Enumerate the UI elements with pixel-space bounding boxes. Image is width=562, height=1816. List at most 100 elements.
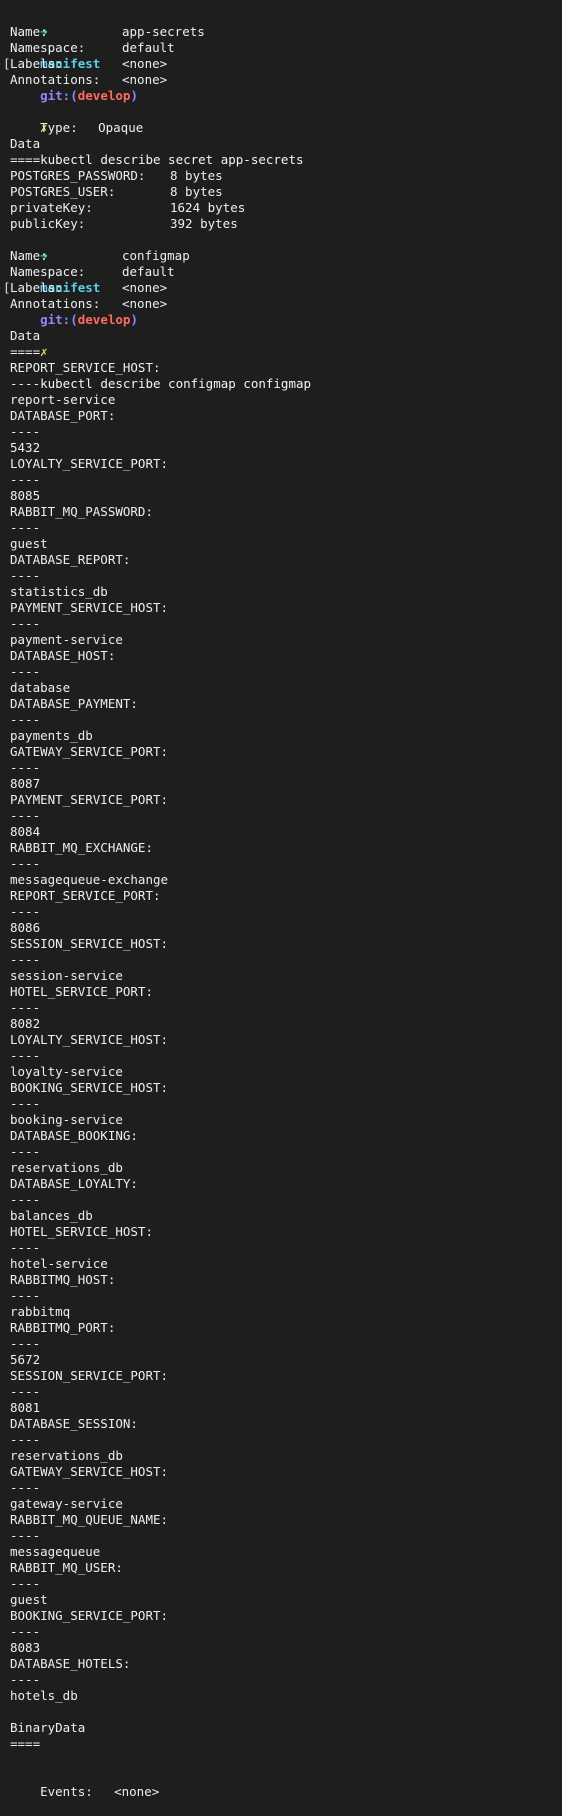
configmap-entry-key: LOYALTY_SERVICE_HOST: xyxy=(10,1032,169,1047)
configmap-entry-value: guest xyxy=(10,536,48,551)
configmap-meta-key: Namespace: xyxy=(10,264,86,279)
configmap-entry-separator: ---- xyxy=(10,1672,41,1687)
configmap-entry-key: RABBIT_MQ_USER: xyxy=(10,1560,123,1575)
secret-meta-value: app-secrets xyxy=(122,24,205,39)
configmap-entry-separator: ---- xyxy=(10,472,41,487)
configmap-entry-separator: ---- xyxy=(10,1000,41,1015)
binary-data-underline: ==== xyxy=(10,1736,41,1751)
configmap-entry-separator: ---- xyxy=(10,1576,41,1591)
secret-type-row: Type: Opaque xyxy=(10,104,562,135)
prompt-branch: develop xyxy=(77,88,131,103)
configmap-entry-value: 5432 xyxy=(10,440,41,455)
configmap-meta-row: Name: configmap xyxy=(10,248,562,264)
configmap-entry-separator: ---- xyxy=(10,904,41,919)
secret-data-value: 1624 bytes xyxy=(170,200,246,215)
secret-data-row: POSTGRES_PASSWORD: 8 bytes xyxy=(10,168,562,184)
configmap-entry-key: DATABASE_HOTELS: xyxy=(10,1656,131,1671)
configmap-entry-key: DATABASE_REPORT: xyxy=(10,552,131,567)
configmap-entry-value: database xyxy=(10,680,71,695)
secret-data-underline: ==== xyxy=(10,152,41,167)
configmap-entry-value: 5672 xyxy=(10,1352,41,1367)
configmap-entry-separator: ---- xyxy=(10,1192,41,1207)
secret-meta-value: default xyxy=(122,40,175,55)
configmap-entry-key: HOTEL_SERVICE_PORT: xyxy=(10,984,153,999)
prompt-git-prefix: git:( xyxy=(40,312,78,327)
configmap-entry-value: messagequeue xyxy=(10,1544,101,1559)
secret-meta-row: Namespace: default xyxy=(10,40,562,56)
configmap-entry-key: SESSION_SERVICE_PORT: xyxy=(10,1368,169,1383)
configmap-entry-value: report-service xyxy=(10,392,116,407)
secret-meta-key: Annotations: xyxy=(10,72,101,87)
configmap-entry-separator: ---- xyxy=(10,1624,41,1639)
configmap-entry-separator: ---- xyxy=(10,568,41,583)
prompt-git-prefix: git:( xyxy=(40,88,78,103)
configmap-meta-key: Labels: xyxy=(10,280,63,295)
secret-data-key: privateKey: xyxy=(10,200,93,215)
configmap-entry-value: reservations_db xyxy=(10,1160,123,1175)
configmap-meta-value: default xyxy=(122,264,175,279)
secret-type-value: Opaque xyxy=(98,120,144,135)
configmap-entry-key: PAYMENT_SERVICE_HOST: xyxy=(10,600,169,615)
configmap-entry-key: REPORT_SERVICE_PORT: xyxy=(10,888,161,903)
prompt-line-secret: ➜ manifest git:(develop) ✗ kubectl descr… xyxy=(10,8,562,167)
terminal-window[interactable]: ➜ manifest git:(develop) ✗ kubectl descr… xyxy=(0,0,562,1799)
configmap-entry-value: session-service xyxy=(10,968,123,983)
configmap-entry-separator: ---- xyxy=(10,1384,41,1399)
configmap-entry-separator: ---- xyxy=(10,1528,41,1543)
configmap-entry-key: DATABASE_HOST: xyxy=(10,648,116,663)
configmap-entry-value: 8085 xyxy=(10,488,41,503)
configmap-entry-value: 8086 xyxy=(10,920,41,935)
secret-meta-row: Annotations: <none> xyxy=(10,72,562,88)
prompt-git-suffix: ) xyxy=(130,312,138,327)
configmap-entry-separator: ---- xyxy=(10,616,41,631)
configmap-entry-separator: ---- xyxy=(10,1288,41,1303)
configmap-entry-separator: ---- xyxy=(10,760,41,775)
configmap-entry-separator: ---- xyxy=(10,376,41,391)
configmap-entry-key: RABBIT_MQ_EXCHANGE: xyxy=(10,840,153,855)
configmap-entry-separator: ---- xyxy=(10,1096,41,1111)
configmap-entry-value: 8087 xyxy=(10,776,41,791)
configmap-entry-key: DATABASE_PORT: xyxy=(10,408,116,423)
configmap-entry-value: 8084 xyxy=(10,824,41,839)
configmap-entry-separator: ---- xyxy=(10,1144,41,1159)
configmap-entry-separator: ---- xyxy=(10,952,41,967)
configmap-entry-key: LOYALTY_SERVICE_PORT: xyxy=(10,456,169,471)
configmap-entry-key: DATABASE_BOOKING: xyxy=(10,1128,138,1143)
configmap-entry-value: payment-service xyxy=(10,632,123,647)
configmap-entry-value: hotels_db xyxy=(10,1688,78,1703)
configmap-meta-key: Annotations: xyxy=(10,296,101,311)
configmap-meta-value: <none> xyxy=(122,280,168,295)
events-key: Events: xyxy=(40,1784,93,1799)
events-row: Events: <none> xyxy=(10,1768,562,1799)
binary-data-title: BinaryData xyxy=(10,1720,86,1735)
configmap-entry-value: payments_db xyxy=(10,728,93,743)
configmap-entry-separator: ---- xyxy=(10,1240,41,1255)
secret-meta-key: Name: xyxy=(10,24,48,39)
configmap-entry-key: DATABASE_PAYMENT: xyxy=(10,696,138,711)
secret-data-row: privateKey: 1624 bytes xyxy=(10,200,562,216)
configmap-data-title: Data xyxy=(10,328,41,343)
configmap-entry-separator: ---- xyxy=(10,1048,41,1063)
secret-meta-key: Labels: xyxy=(10,56,63,71)
configmap-meta-row: Annotations: <none> xyxy=(10,296,562,312)
configmap-entry-separator: ---- xyxy=(10,664,41,679)
configmap-entry-key: PAYMENT_SERVICE_PORT: xyxy=(10,792,169,807)
configmap-entry-separator: ---- xyxy=(10,1480,41,1495)
configmap-meta-row: Namespace: default xyxy=(10,264,562,280)
configmap-entry-value: booking-service xyxy=(10,1112,123,1127)
events-value: <none> xyxy=(114,1784,160,1799)
configmap-entry-value: 8081 xyxy=(10,1400,41,1415)
configmap-entry-value: rabbitmq xyxy=(10,1304,71,1319)
configmap-entry-separator: ---- xyxy=(10,1336,41,1351)
configmap-meta-value: configmap xyxy=(122,248,190,263)
configmap-entry-key: GATEWAY_SERVICE_HOST: xyxy=(10,1464,169,1479)
prompt-line-configmap: ➜ manifest git:(develop) ✗ kubectl descr… xyxy=(10,232,562,391)
configmap-entry-key: DATABASE_SESSION: xyxy=(10,1416,138,1431)
configmap-entry-separator: ---- xyxy=(10,808,41,823)
configmap-entry-value: guest xyxy=(10,1592,48,1607)
configmap-entry-key: DATABASE_LOYALTY: xyxy=(10,1176,138,1191)
configmap-entry-separator: ---- xyxy=(10,1432,41,1447)
configmap-entry-key: RABBITMQ_PORT: xyxy=(10,1320,116,1335)
configmap-entry-value: loyalty-service xyxy=(10,1064,123,1079)
